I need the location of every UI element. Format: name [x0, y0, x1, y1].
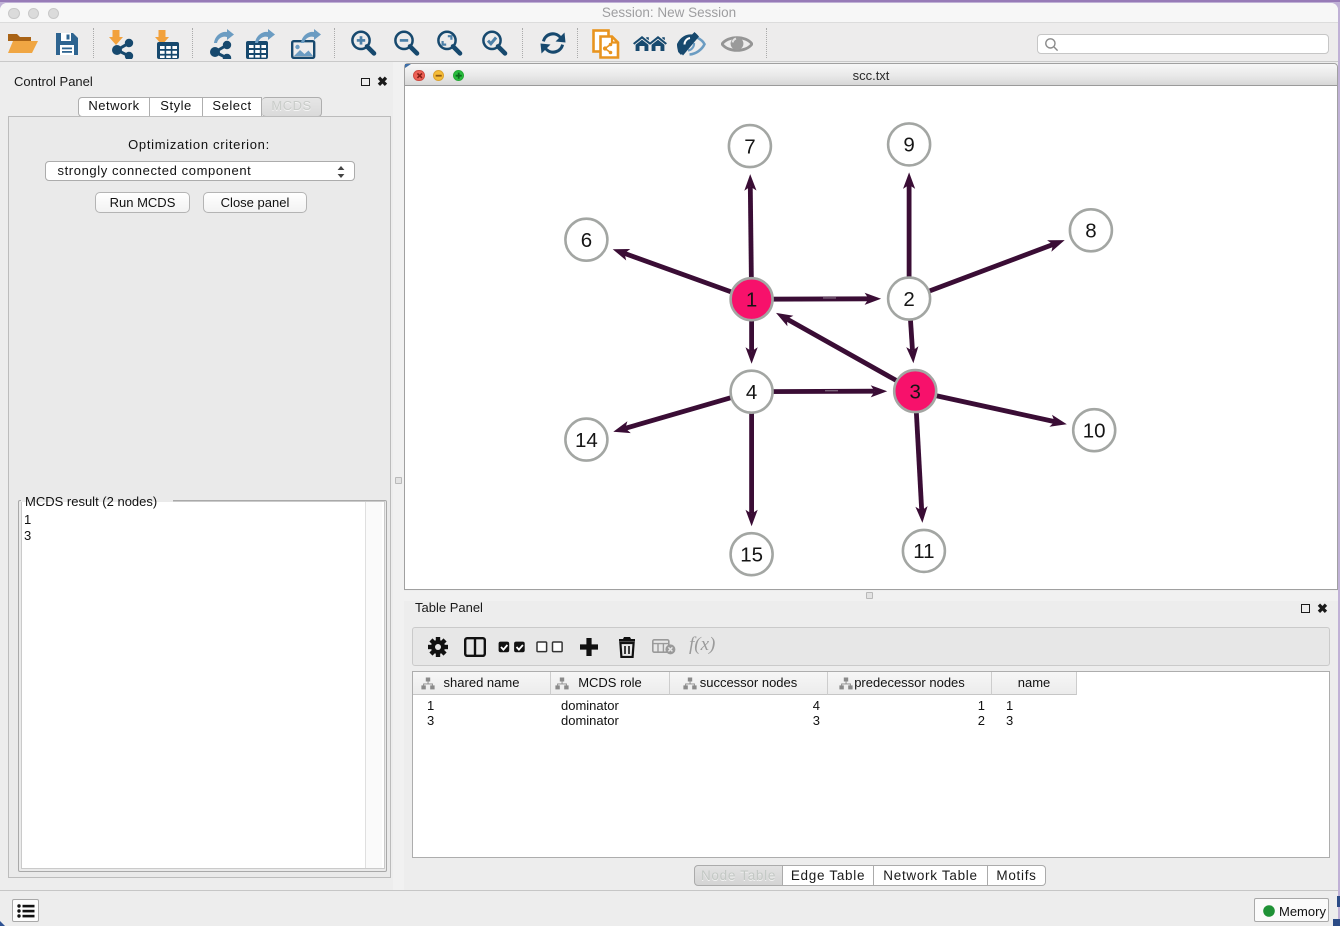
svg-text:4: 4 — [746, 381, 757, 404]
svg-text:9: 9 — [903, 134, 914, 157]
svg-text:7: 7 — [744, 135, 755, 158]
svg-text:15: 15 — [740, 543, 763, 566]
svg-text:6: 6 — [581, 229, 592, 252]
svg-text:14: 14 — [575, 429, 598, 452]
svg-text:10: 10 — [1083, 419, 1106, 442]
svg-text:8: 8 — [1085, 220, 1096, 243]
svg-text:11: 11 — [913, 540, 934, 563]
svg-text:2: 2 — [903, 288, 914, 311]
svg-text:3: 3 — [909, 380, 920, 403]
svg-text:1: 1 — [746, 288, 757, 311]
